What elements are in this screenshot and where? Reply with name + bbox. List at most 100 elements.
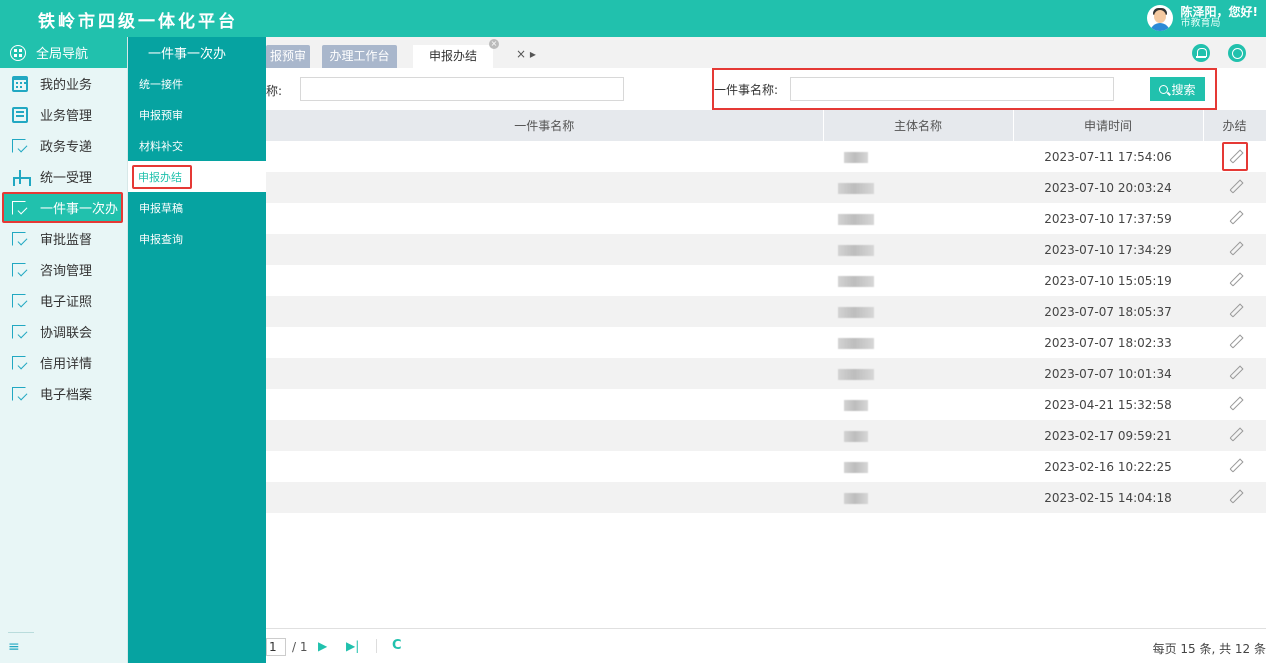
cell-action xyxy=(1203,203,1266,234)
tab-declaration-complete[interactable]: 申报办结 × xyxy=(413,39,499,68)
table-row[interactable]: 2023-07-07 18:02:33 xyxy=(266,327,1266,358)
nav-item-e-license[interactable]: 电子证照 xyxy=(0,285,127,316)
nav-item-e-archive[interactable]: 电子档案 xyxy=(0,378,127,409)
sub-item-material-supplement[interactable]: 材料补交 xyxy=(128,130,266,161)
table-row[interactable]: 2023-07-10 17:34:29 xyxy=(266,234,1266,265)
table-row[interactable]: 2023-02-16 10:22:25 xyxy=(266,451,1266,482)
sub-item-pre-review[interactable]: 申报预审 xyxy=(128,99,266,130)
sub-item-query[interactable]: 申报查询 xyxy=(128,223,266,254)
refresh-icon[interactable]: C xyxy=(392,638,402,653)
pagination: 1 / 1 ▶ ▶| C 每页 15 条, 共 12 条 xyxy=(266,628,1266,663)
nav-item-credit-details[interactable]: 信用详情 xyxy=(0,347,127,378)
avatar-icon[interactable] xyxy=(1146,5,1173,31)
table-row[interactable]: 2023-07-11 17:54:06 xyxy=(266,141,1266,172)
tab-scroll-controls[interactable]: × ▸ xyxy=(516,47,536,61)
nav-item-label: 业务管理 xyxy=(40,109,93,124)
redacted-text xyxy=(843,399,868,411)
collapse-menu-icon[interactable]: ≡ xyxy=(8,639,20,655)
cell-action xyxy=(1203,296,1266,327)
table-row[interactable]: 2023-07-07 18:05:37 xyxy=(266,296,1266,327)
nav-item-approval-supervision[interactable]: 审批监督 xyxy=(0,223,127,254)
monitor-icon xyxy=(12,106,28,123)
cell-subject-name xyxy=(823,172,1013,203)
edit-pencil-icon[interactable] xyxy=(1227,302,1243,318)
column-header-subject[interactable]: 主体名称 xyxy=(823,110,1014,141)
table-row[interactable]: 2023-07-10 17:37:59 xyxy=(266,203,1266,234)
redacted-text xyxy=(837,213,874,225)
doc-check-icon xyxy=(12,324,28,340)
divider xyxy=(8,632,34,633)
nav-item-unified-acceptance[interactable]: 统一受理 xyxy=(0,161,127,192)
edit-pencil-icon[interactable] xyxy=(1227,148,1243,164)
table-row[interactable]: 2023-07-07 10:01:34 xyxy=(266,358,1266,389)
nav-item-label: 一件事一次办 xyxy=(40,202,119,217)
nav-item-coordination[interactable]: 协调联会 xyxy=(0,316,127,347)
redacted-text xyxy=(843,461,868,473)
page-number-input[interactable]: 1 xyxy=(266,638,286,656)
cell-subject-name xyxy=(823,234,1013,265)
edit-pencil-icon[interactable] xyxy=(1227,395,1243,411)
cell-one-thing-name xyxy=(266,327,823,358)
edit-highlight-box[interactable] xyxy=(1221,142,1248,171)
table-row[interactable]: 2023-02-15 14:04:18 xyxy=(266,482,1266,513)
table-row[interactable]: 2023-07-10 20:03:24 xyxy=(266,172,1266,203)
bell-icon[interactable] xyxy=(1192,44,1210,62)
org-tree-icon xyxy=(12,169,31,186)
next-page-icon[interactable]: ▶ xyxy=(318,639,327,653)
cell-one-thing-name xyxy=(266,389,823,420)
cell-apply-time: 2023-02-17 09:59:21 xyxy=(1013,420,1203,451)
tab-close-icon[interactable]: × xyxy=(489,39,499,49)
cell-apply-time: 2023-07-10 17:37:59 xyxy=(1013,203,1203,234)
table-row[interactable]: 2023-04-21 15:32:58 xyxy=(266,389,1266,420)
page-summary: 每页 15 条, 共 12 条 xyxy=(1152,642,1266,656)
cell-one-thing-name xyxy=(266,234,823,265)
cell-apply-time: 2023-07-07 18:02:33 xyxy=(1013,327,1203,358)
column-header-time[interactable]: 申请时间 xyxy=(1013,110,1204,141)
redacted-text xyxy=(837,244,874,256)
column-header-name[interactable]: 一件事名称 xyxy=(266,110,824,141)
doc-check-icon xyxy=(12,355,28,371)
edit-pencil-icon[interactable] xyxy=(1227,240,1243,256)
cell-one-thing-name xyxy=(266,265,823,296)
sub-item-draft[interactable]: 申报草稿 xyxy=(128,192,266,223)
cell-subject-name xyxy=(823,420,1013,451)
edit-pencil-icon[interactable] xyxy=(1227,333,1243,349)
user-block[interactable]: 陈泽阳，您好! 市教育局 xyxy=(1146,3,1258,33)
tab-pre-review[interactable]: 报预审 xyxy=(266,45,310,68)
table-row[interactable]: 2023-02-17 09:59:21 xyxy=(266,420,1266,451)
nav-item-business-management[interactable]: 业务管理 xyxy=(0,99,127,130)
cell-action xyxy=(1203,327,1266,358)
redacted-text xyxy=(843,430,868,442)
cell-action xyxy=(1203,389,1266,420)
nav-item-consulting[interactable]: 咨询管理 xyxy=(0,254,127,285)
edit-pencil-icon[interactable] xyxy=(1227,426,1243,442)
cell-action xyxy=(1203,265,1266,296)
redacted-text xyxy=(843,151,868,163)
tab-workbench[interactable]: 办理工作台 xyxy=(322,45,397,68)
sub-item-unified-receive[interactable]: 统一接件 xyxy=(128,68,266,99)
edit-pencil-icon[interactable] xyxy=(1227,488,1243,504)
tab-label: 申报办结 xyxy=(428,49,477,63)
cell-one-thing-name xyxy=(266,358,823,389)
edit-pencil-icon[interactable] xyxy=(1227,178,1243,194)
sub-item-declaration-complete[interactable]: 申报办结 xyxy=(128,161,266,192)
nav-item-gov-delivery[interactable]: 政务专递 xyxy=(0,130,127,161)
edit-pencil-icon[interactable] xyxy=(1227,271,1243,287)
edit-pencil-icon[interactable] xyxy=(1227,364,1243,380)
redacted-text xyxy=(837,368,874,380)
edit-pencil-icon[interactable] xyxy=(1227,457,1243,473)
nav-item-one-thing-once[interactable]: 一件事一次办 xyxy=(2,192,123,223)
top-header: 铁岭市四级一体化平台 陈泽阳，您好! 市教育局 xyxy=(0,0,1266,37)
edit-pencil-icon[interactable] xyxy=(1227,209,1243,225)
cell-subject-name xyxy=(823,358,1013,389)
column-header-action[interactable]: 办结 xyxy=(1203,110,1266,141)
nav-item-my-business[interactable]: 我的业务 xyxy=(0,68,127,99)
cell-subject-name xyxy=(823,265,1013,296)
chat-icon[interactable] xyxy=(1228,44,1246,62)
name-input[interactable] xyxy=(300,77,624,101)
nav-header-global[interactable]: 全局导航 xyxy=(0,37,127,68)
last-page-icon[interactable]: ▶| xyxy=(346,639,359,653)
table-row[interactable]: 2023-07-10 15:05:19 xyxy=(266,265,1266,296)
cell-action xyxy=(1203,234,1266,265)
cell-apply-time: 2023-07-11 17:54:06 xyxy=(1013,141,1203,172)
